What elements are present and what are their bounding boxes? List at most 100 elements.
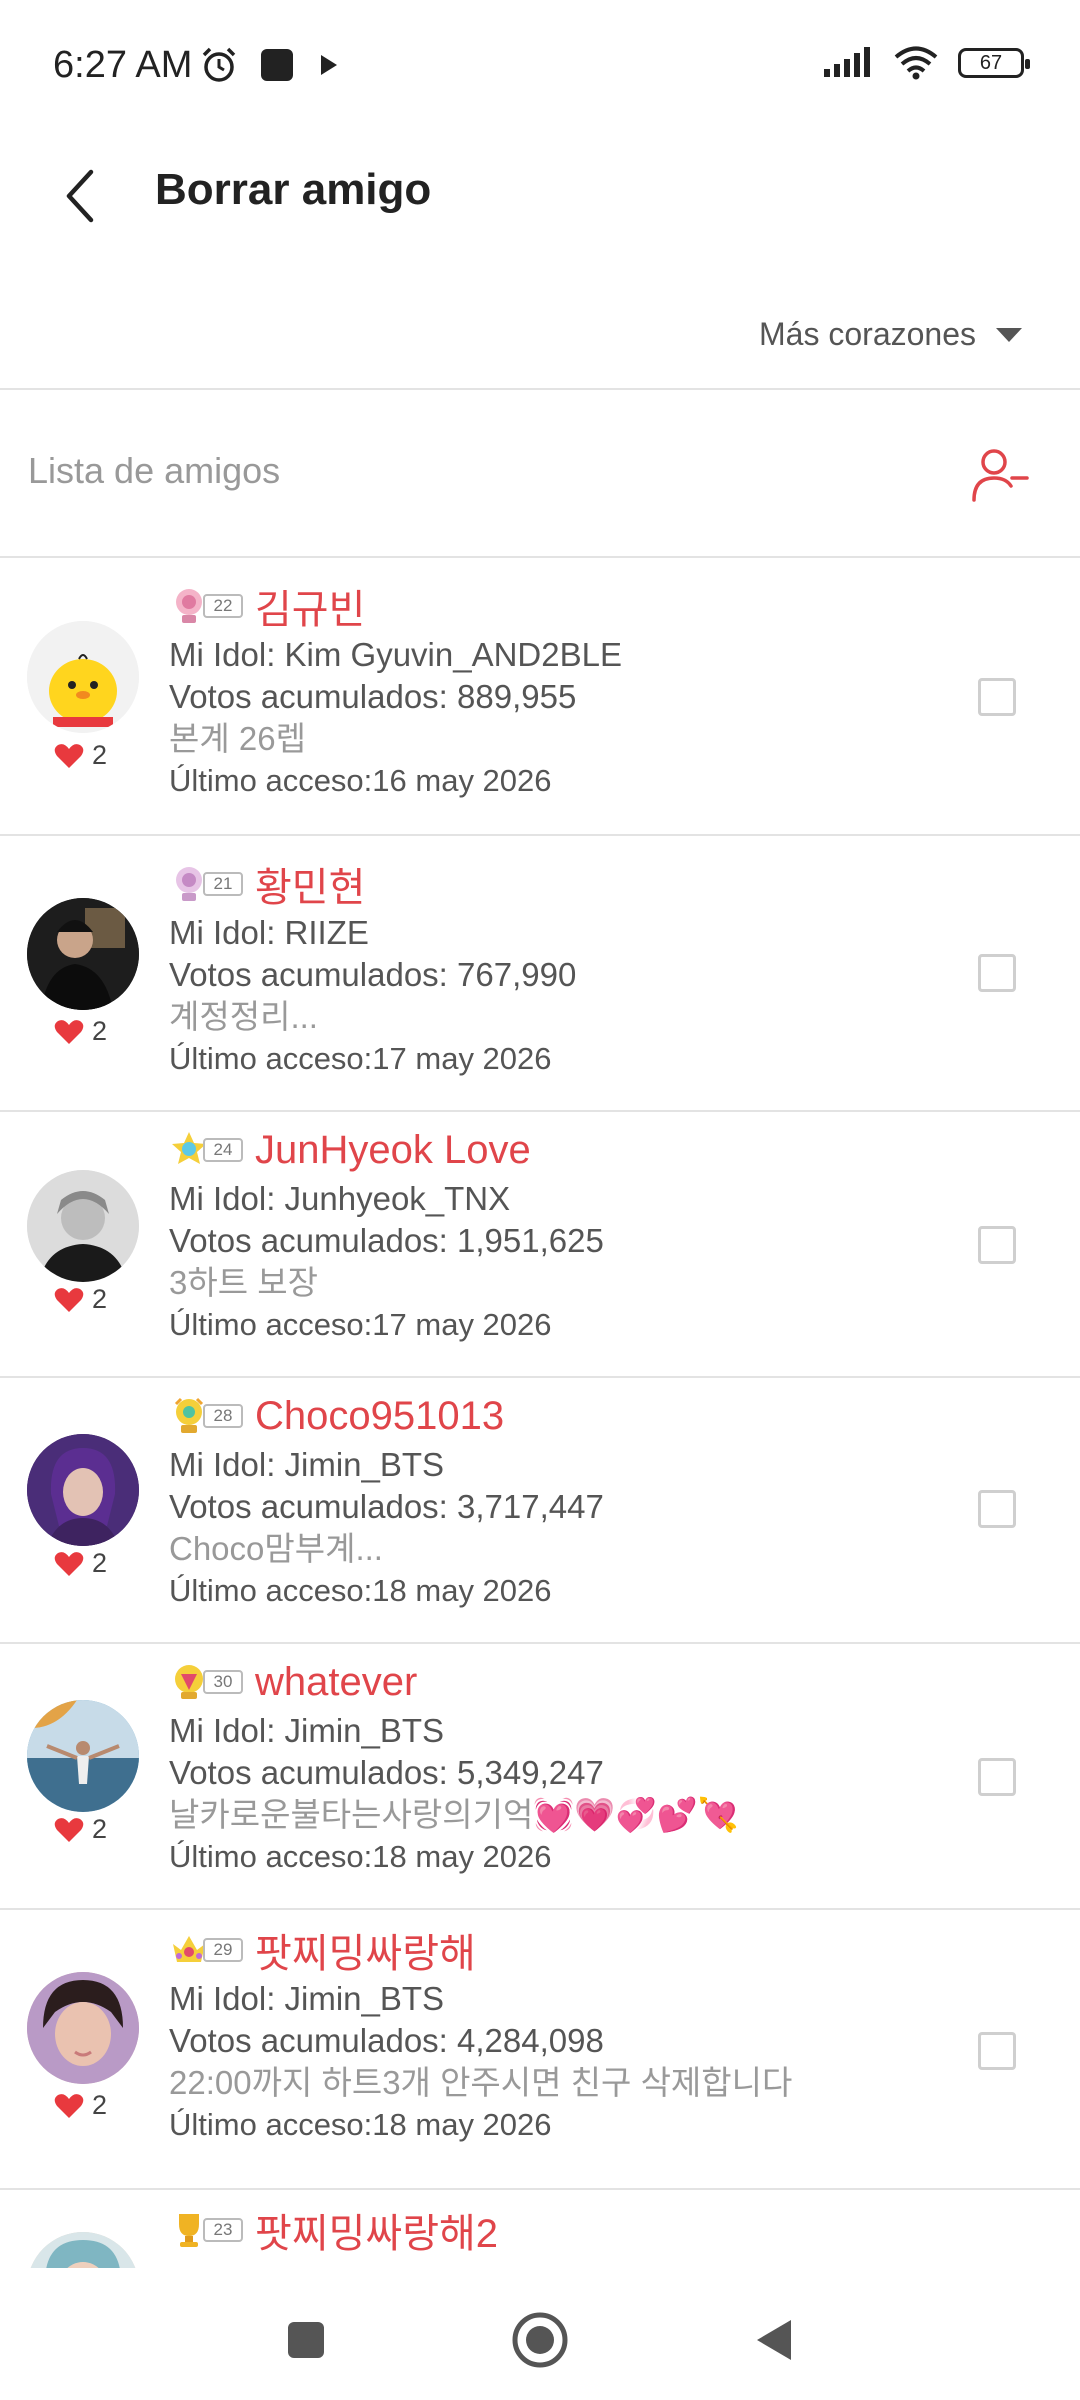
chick-avatar-icon [27, 621, 139, 733]
friend-info: 30 whatever Mi Idol: Jimin_BTS Votos acu… [169, 1654, 960, 1878]
friend-status-message: 22:00까지 하트3개 안주시면 친구 삭제합니다 [169, 2064, 793, 2101]
friend-idol: Mi Idol: Junhyeok_TNX [169, 1180, 511, 1217]
friend-checkbox[interactable] [978, 678, 1016, 716]
friend-name: Choco951013 [255, 1393, 505, 1438]
friend-name: 팟찌밍싸랑해 [255, 1932, 476, 1976]
friend-row[interactable]: 23 팟찌밍싸랑해2 [0, 2190, 1080, 2268]
friend-last-access: Último acceso:18 may 2026 [169, 2107, 552, 2142]
friend-checkbox[interactable] [978, 1758, 1016, 1796]
recent-apps-button[interactable] [276, 2310, 336, 2370]
sort-label: Más corazones [759, 316, 976, 352]
friend-row[interactable]: 2 21 황민현 Mi Idol: RIIZE Votos acumulados… [0, 836, 1080, 1112]
heart-icon [54, 743, 84, 768]
status-time: 6:27 AM [53, 44, 193, 86]
play-store-icon [321, 55, 337, 75]
caret-down-icon [996, 327, 1022, 342]
heart-count: 2 [54, 1548, 107, 1579]
friend-info: 23 팟찌밍싸랑해2 [169, 2202, 960, 2258]
heart-icon [54, 1019, 84, 1044]
friend-name: 팟찌밍싸랑해2 [255, 2212, 499, 2256]
friend-status-message: 본계 26렙 [169, 720, 306, 757]
friend-name: JunHyeok Love [255, 1127, 531, 1172]
person-photo-icon [27, 2232, 139, 2268]
chevron-left-icon [66, 169, 94, 223]
heart-count-value: 2 [92, 1814, 108, 1844]
person-photo-icon [27, 1972, 139, 2084]
heart-count-value: 2 [92, 1284, 108, 1314]
friend-row[interactable]: 2 30 whatever Mi Idol: Jimin_BTS Votos a… [0, 1644, 1080, 1910]
level-badge: 28 [169, 1394, 245, 1438]
friend-status-message: 계정정리... [169, 998, 318, 1035]
remove-friend-button[interactable] [970, 444, 1030, 504]
friend-name: 김규빈 [255, 588, 366, 632]
heart-count: 2 [54, 740, 107, 771]
level-number: 29 [203, 1938, 243, 1962]
home-button[interactable] [510, 2310, 570, 2370]
avatar [27, 2232, 139, 2268]
friend-votes: Votos acumulados: 5,349,247 [169, 1754, 604, 1791]
avatar [27, 898, 139, 1010]
level-number: 21 [203, 872, 243, 896]
friend-last-access: Último acceso:17 may 2026 [169, 1041, 552, 1076]
friend-info: 22 김규빈 Mi Idol: Kim Gyuvin_AND2BLE Votos… [169, 578, 960, 802]
friend-row[interactable]: 2 29 팟찌밍싸랑해 Mi Idol: Jimin_BTS Votos acu… [0, 1910, 1080, 2190]
friend-idol: Mi Idol: RIIZE [169, 914, 369, 951]
friend-checkbox[interactable] [978, 954, 1016, 992]
wifi-icon [894, 46, 938, 80]
level-number: 24 [203, 1138, 243, 1162]
friend-votes: Votos acumulados: 889,955 [169, 678, 577, 715]
friend-status-message: Choco맘부계... [169, 1530, 383, 1567]
friend-checkbox[interactable] [978, 1226, 1016, 1264]
status-icons-left [200, 46, 342, 84]
friend-info: 21 황민현 Mi Idol: RIIZE Votos acumulados: … [169, 856, 960, 1080]
level-badge: 22 [169, 584, 245, 628]
home-icon [512, 2312, 568, 2368]
level-badge: 23 [169, 2208, 245, 2252]
app-bar: Borrar amigo [0, 135, 1080, 255]
level-badge: 30 [169, 1660, 245, 1704]
friend-last-access: Último acceso:16 may 2026 [169, 763, 552, 798]
friend-name: whatever [255, 1659, 418, 1704]
friend-row[interactable]: 2 24 JunHyeok Love Mi Idol: Junhyeok_TNX… [0, 1112, 1080, 1378]
friend-info: 24 JunHyeok Love Mi Idol: Junhyeok_TNX V… [169, 1122, 960, 1346]
level-badge: 29 [169, 1928, 245, 1972]
battery-icon: 67 [958, 48, 1030, 78]
friend-row[interactable]: 2 22 김규빈 Mi Idol: Kim Gyuvin_AND2BLE Vot… [0, 558, 1080, 836]
friend-status-message: 3하트 보장 [169, 1264, 318, 1301]
page-title: Borrar amigo [155, 165, 432, 214]
friend-votes: Votos acumulados: 767,990 [169, 956, 577, 993]
heart-icon [54, 1551, 84, 1576]
sort-dropdown[interactable]: Más corazones [759, 316, 1022, 353]
heart-count: 2 [54, 2090, 107, 2121]
heart-count-value: 2 [92, 1548, 108, 1578]
recent-apps-icon [288, 2322, 324, 2358]
level-number: 23 [203, 2218, 243, 2242]
avatar [27, 1700, 139, 1812]
friend-votes: Votos acumulados: 1,951,625 [169, 1222, 604, 1259]
friend-checkbox[interactable] [978, 1490, 1016, 1528]
heart-count-value: 2 [92, 2090, 108, 2120]
friend-last-access: Último acceso:17 may 2026 [169, 1307, 552, 1342]
person-photo-icon [27, 1700, 139, 1812]
level-badge: 21 [169, 862, 245, 906]
heart-count: 2 [54, 1284, 107, 1315]
nav-back-button[interactable] [744, 2310, 804, 2370]
friend-list: 2 22 김규빈 Mi Idol: Kim Gyuvin_AND2BLE Vot… [0, 558, 1080, 2268]
friend-votes: Votos acumulados: 3,717,447 [169, 1488, 604, 1525]
friend-checkbox[interactable] [978, 2032, 1016, 2070]
signal-icon [824, 47, 870, 77]
status-bar: 6:27 AM 67 [0, 0, 1080, 135]
back-button[interactable] [50, 161, 110, 231]
friend-idol: Mi Idol: Jimin_BTS [169, 1712, 445, 1749]
battery-level: 67 [979, 51, 1003, 74]
friend-status-message: 날카로운불타는사랑의기억💓💗💞💕💘 [169, 1796, 739, 1833]
level-badge: 24 [169, 1128, 245, 1172]
level-number: 22 [203, 594, 243, 618]
heart-count: 2 [54, 1016, 107, 1047]
friend-row[interactable]: 2 28 Choco951013 Mi Idol: Jimin_BTS Voto… [0, 1378, 1080, 1644]
back-icon [757, 2320, 791, 2360]
heart-count: 2 [54, 1814, 107, 1845]
sort-row: Más corazones [0, 300, 1080, 390]
level-number: 30 [203, 1670, 243, 1694]
navigation-bar [0, 2268, 1080, 2400]
